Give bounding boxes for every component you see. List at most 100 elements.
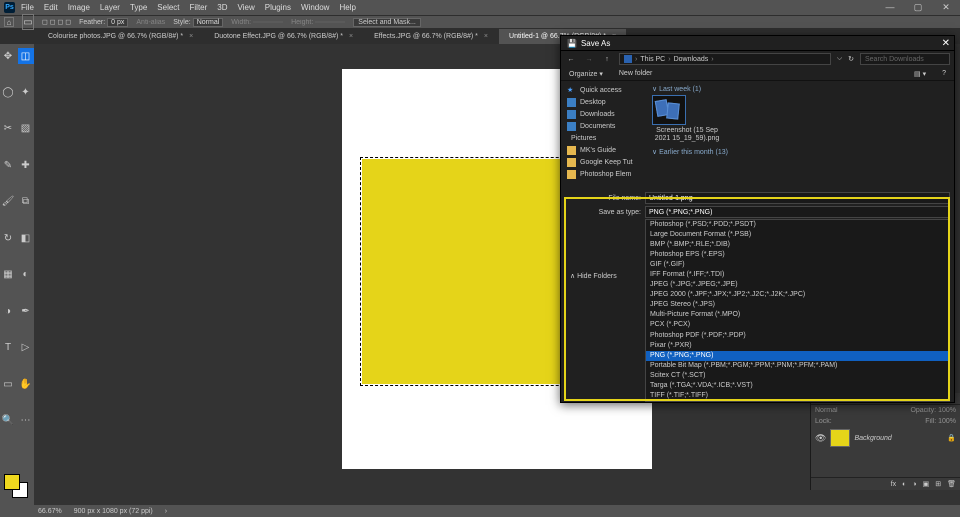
type-option-targa[interactable]: Targa (*.TGA;*.VDA;*.ICB;*.VST) bbox=[646, 381, 949, 391]
type-option-pcx[interactable]: PCX (*.PCX) bbox=[646, 320, 949, 330]
crop-tool-icon[interactable]: ✂ bbox=[0, 121, 16, 137]
foreground-color-swatch[interactable] bbox=[4, 474, 20, 490]
close-icon[interactable]: × bbox=[189, 33, 193, 40]
tool-preset-icon[interactable]: ▭ bbox=[22, 14, 34, 30]
minimize-button[interactable]: — bbox=[876, 0, 904, 14]
stamp-tool-icon[interactable]: ⧉ bbox=[18, 194, 34, 210]
fill-value[interactable]: 100% bbox=[938, 418, 956, 425]
healing-tool-icon[interactable]: ✚ bbox=[18, 157, 34, 173]
gradient-tool-icon[interactable]: ▦ bbox=[0, 267, 16, 283]
frame-tool-icon[interactable]: ▧ bbox=[18, 121, 34, 137]
type-option-psd[interactable]: Photoshop (*.PSD;*.PDD;*.PSDT) bbox=[646, 220, 949, 230]
group-earlier-month[interactable]: ∨ Earlier this month (13) bbox=[652, 148, 948, 156]
nav-forward-icon[interactable]: → bbox=[583, 56, 595, 63]
type-option-jpeg2000[interactable]: JPEG 2000 (*.JPF;*.JPX;*.JP2;*.J2C;*.J2K… bbox=[646, 290, 949, 300]
history-brush-tool-icon[interactable]: ↻ bbox=[0, 230, 16, 246]
menu-select[interactable]: Select bbox=[157, 3, 179, 12]
close-icon[interactable]: × bbox=[484, 33, 488, 40]
pen-tool-icon[interactable]: ✒ bbox=[18, 303, 34, 319]
type-option-png-selected[interactable]: PNG (*.PNG;*.PNG) bbox=[646, 351, 949, 361]
menu-window[interactable]: Window bbox=[301, 3, 329, 12]
brush-tool-icon[interactable]: 🖌 bbox=[0, 194, 16, 210]
type-option-psb[interactable]: Large Document Format (*.PSB) bbox=[646, 230, 949, 240]
hand-tool-icon[interactable]: ✋ bbox=[18, 376, 34, 392]
new-layer-icon[interactable]: ⊞ bbox=[935, 480, 941, 488]
menu-view[interactable]: View bbox=[238, 3, 255, 12]
type-option-pbm[interactable]: Portable Bit Map (*.PBM;*.PGM;*.PPM;*.PN… bbox=[646, 361, 949, 371]
blend-mode-dropdown[interactable]: Normal bbox=[815, 407, 838, 414]
quick-select-tool-icon[interactable]: ✦ bbox=[18, 84, 34, 100]
path-select-tool-icon[interactable]: ▷ bbox=[18, 340, 34, 356]
file-thumbnail[interactable] bbox=[652, 95, 686, 125]
opacity-value[interactable]: 100% bbox=[938, 407, 956, 414]
zoom-tool-icon[interactable]: 🔍 bbox=[0, 413, 16, 429]
type-option-scitex[interactable]: Scitex CT (*.SCT) bbox=[646, 371, 949, 381]
dodge-tool-icon[interactable]: ◑ bbox=[0, 303, 16, 319]
visibility-eye-icon[interactable]: 👁 bbox=[815, 433, 826, 444]
refresh-icon[interactable]: ↻ bbox=[848, 55, 854, 63]
view-options-icon[interactable]: ▤ ▾ bbox=[914, 70, 926, 78]
file-name-label[interactable]: Screenshot (15 Sep 2021 15_19_59).png bbox=[652, 127, 722, 142]
menu-edit[interactable]: Edit bbox=[44, 3, 58, 12]
sidebar-photoshop-elem[interactable]: Photoshop Elem bbox=[561, 168, 646, 180]
menu-help[interactable]: Help bbox=[339, 3, 355, 12]
home-icon[interactable]: ⌂ bbox=[4, 17, 14, 27]
lasso-tool-icon[interactable]: ◯ bbox=[0, 84, 16, 100]
tab-effects[interactable]: Effects.JPG @ 66.7% (RGB/8#) *× bbox=[364, 29, 499, 44]
move-tool-icon[interactable]: ✥ bbox=[0, 48, 16, 64]
type-option-gif[interactable]: GIF (*.GIF) bbox=[646, 260, 949, 270]
group-last-week[interactable]: ∨ Last week (1) bbox=[652, 85, 948, 93]
shape-tool-icon[interactable]: ▭ bbox=[0, 376, 16, 392]
layer-thumbnail[interactable] bbox=[830, 429, 850, 447]
file-type-list[interactable]: Photoshop (*.PSD;*.PDD;*.PSDT) Large Doc… bbox=[645, 219, 950, 402]
dialog-close-button[interactable]: ✕ bbox=[942, 38, 950, 49]
trash-icon[interactable]: 🗑 bbox=[947, 480, 956, 488]
sidebar-desktop[interactable]: Desktop bbox=[561, 96, 646, 108]
sidebar-mks-guide[interactable]: MK's Guide bbox=[561, 144, 646, 156]
menu-layer[interactable]: Layer bbox=[100, 3, 120, 12]
chevron-right-icon[interactable]: › bbox=[165, 508, 167, 515]
dialog-title-bar[interactable]: 💾 Save As ✕ bbox=[561, 36, 954, 51]
group-icon[interactable]: ▣ bbox=[923, 480, 930, 488]
close-button[interactable]: ✕ bbox=[932, 0, 960, 14]
sidebar-quick-access[interactable]: ★Quick access bbox=[561, 84, 646, 96]
menu-filter[interactable]: Filter bbox=[190, 3, 208, 12]
file-list-pane[interactable]: ∨ Last week (1) Screenshot (15 Sep 2021 … bbox=[646, 81, 954, 191]
marquee-tool-icon[interactable]: ◫ bbox=[18, 48, 34, 64]
eyedropper-tool-icon[interactable]: ✎ bbox=[0, 157, 16, 173]
type-tool-icon[interactable]: T bbox=[0, 340, 16, 356]
type-option-tiff[interactable]: TIFF (*.TIF;*.TIFF) bbox=[646, 391, 949, 401]
style-dropdown[interactable]: Normal bbox=[193, 18, 224, 27]
zoom-level[interactable]: 66.67% bbox=[38, 508, 62, 515]
layer-name[interactable]: Background bbox=[854, 435, 891, 442]
eraser-tool-icon[interactable]: ◧ bbox=[18, 230, 34, 246]
hide-folders-toggle[interactable]: ∧ Hide Folders bbox=[570, 272, 617, 280]
more-tools-icon[interactable]: ⋯ bbox=[18, 413, 34, 429]
type-option-jps[interactable]: JPEG Stereo (*.JPS) bbox=[646, 300, 949, 310]
sidebar-pictures[interactable]: Pictures bbox=[561, 132, 646, 144]
save-type-dropdown[interactable]: PNG (*.PNG;*.PNG) bbox=[645, 206, 950, 218]
type-option-jpeg[interactable]: JPEG (*.JPG;*.JPEG;*.JPE) bbox=[646, 280, 949, 290]
tab-colourise[interactable]: Colourise photos.JPG @ 66.7% (RGB/8#) *× bbox=[38, 29, 204, 44]
type-option-eps[interactable]: Photoshop EPS (*.EPS) bbox=[646, 250, 949, 260]
mask-icon[interactable]: ◐ bbox=[902, 481, 906, 488]
filename-input[interactable]: Untitled-1.png bbox=[645, 192, 950, 204]
breadcrumb-downloads[interactable]: Downloads bbox=[674, 56, 709, 63]
menu-plugins[interactable]: Plugins bbox=[265, 3, 291, 12]
maximize-button[interactable]: ▢ bbox=[904, 0, 932, 14]
sidebar-downloads[interactable]: Downloads bbox=[561, 108, 646, 120]
organize-dropdown[interactable]: Organize ▾ bbox=[569, 70, 603, 78]
menu-file[interactable]: File bbox=[21, 3, 34, 12]
menu-type[interactable]: Type bbox=[130, 3, 147, 12]
selection-mode-icons[interactable]: ◻ ◻ ◻ ◻ bbox=[42, 18, 71, 26]
menu-image[interactable]: Image bbox=[68, 3, 90, 12]
lock-icon[interactable]: 🔒 bbox=[947, 434, 956, 442]
document-info[interactable]: 900 px x 1080 px (72 ppi) bbox=[74, 508, 153, 515]
layer-row-background[interactable]: 👁 Background 🔒 bbox=[811, 427, 960, 449]
nav-back-icon[interactable]: ← bbox=[565, 56, 577, 63]
type-option-pdf[interactable]: Photoshop PDF (*.PDF;*.PDP) bbox=[646, 331, 949, 341]
new-folder-button[interactable]: New folder bbox=[619, 70, 652, 77]
blur-tool-icon[interactable]: ◐ bbox=[18, 267, 34, 283]
search-input[interactable]: Search Downloads bbox=[860, 53, 950, 65]
chevron-down-icon[interactable]: ⌵ bbox=[837, 55, 842, 63]
